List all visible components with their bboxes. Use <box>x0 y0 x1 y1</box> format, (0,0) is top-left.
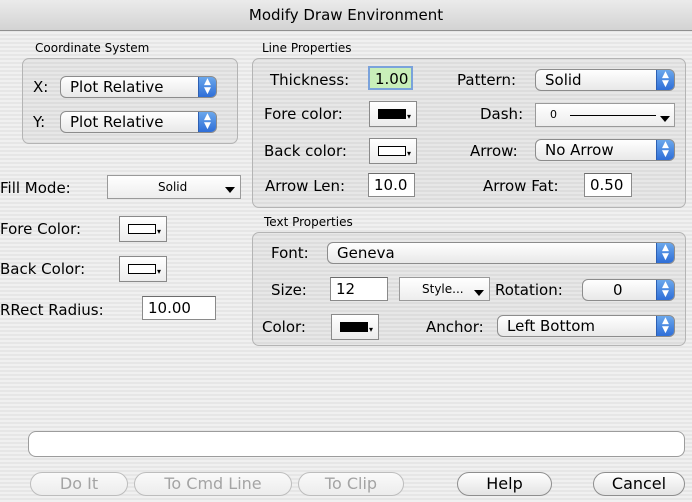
text-properties-label: Text Properties <box>264 215 353 229</box>
dropdown-arrow-icon: ▾ <box>407 112 412 121</box>
text-color-button[interactable]: ▾ <box>331 314 379 340</box>
arrow-len-input[interactable]: 10.0 <box>368 173 415 197</box>
dropdown-arrow-icon: ▾ <box>157 227 162 236</box>
dropdown-arrow-icon: ▾ <box>407 149 412 158</box>
rotation-label: Rotation: <box>495 281 563 299</box>
fill-fore-color-label: Fore Color: <box>0 220 82 238</box>
updown-arrows-icon: ▲ ▼ <box>656 316 674 336</box>
pattern-label: Pattern: <box>457 71 517 89</box>
fill-back-color-label: Back Color: <box>0 260 86 278</box>
y-label: Y: <box>33 113 46 131</box>
x-coordinate-select[interactable]: Plot Relative ▲ ▼ <box>60 76 217 98</box>
font-select[interactable]: Geneva ▲ ▼ <box>327 242 675 264</box>
help-button[interactable]: Help <box>457 472 552 496</box>
y-coordinate-select[interactable]: Plot Relative ▲ ▼ <box>60 111 217 133</box>
line-fore-color-swatch <box>378 109 406 119</box>
updown-arrows-icon: ▲ ▼ <box>198 112 216 132</box>
updown-arrows-icon: ▲ ▼ <box>656 140 674 160</box>
line-fore-color-label: Fore color: <box>264 105 343 123</box>
arrow-fat-label: Arrow Fat: <box>483 177 559 195</box>
updown-arrows-icon: ▲ ▼ <box>656 280 674 300</box>
size-label: Size: <box>271 281 307 299</box>
dropdown-arrow-icon: ▾ <box>157 267 162 276</box>
arrow-label: Arrow: <box>470 142 518 160</box>
to-cmd-line-button[interactable]: To Cmd Line <box>134 472 292 496</box>
font-label: Font: <box>271 244 309 262</box>
arrow-select[interactable]: No Arrow ▲ ▼ <box>535 139 675 161</box>
anchor-value: Left Bottom <box>507 317 596 335</box>
dropdown-arrow-icon <box>474 290 484 296</box>
pattern-value: Solid <box>545 71 582 89</box>
style-button-label: Style... <box>422 282 464 296</box>
line-back-color-button[interactable]: ▾ <box>369 138 417 164</box>
style-button[interactable]: Style... <box>399 277 490 301</box>
font-value: Geneva <box>337 244 395 262</box>
dropdown-arrow-icon: ▾ <box>369 325 374 334</box>
to-clip-button[interactable]: To Clip <box>298 472 404 496</box>
line-properties-label: Line Properties <box>262 41 352 55</box>
fill-fore-color-button[interactable]: ▾ <box>119 216 167 242</box>
fill-mode-label: Fill Mode: <box>0 179 71 197</box>
updown-arrows-icon: ▲ ▼ <box>656 243 674 263</box>
fill-back-color-swatch <box>128 264 156 274</box>
rrect-radius-label: RRect Radius: <box>0 301 104 319</box>
text-color-label: Color: <box>262 318 306 336</box>
rrect-radius-input[interactable]: 10.00 <box>142 296 216 320</box>
anchor-label: Anchor: <box>426 318 484 336</box>
x-coordinate-value: Plot Relative <box>70 78 164 96</box>
rotation-select[interactable]: 0 ▲ ▼ <box>582 279 675 301</box>
updown-arrows-icon: ▲ ▼ <box>198 77 216 97</box>
dash-label: Dash: <box>480 105 524 123</box>
rotation-value: 0 <box>613 281 623 299</box>
pattern-select[interactable]: Solid ▲ ▼ <box>535 69 675 91</box>
anchor-select[interactable]: Left Bottom ▲ ▼ <box>497 315 675 337</box>
dash-select[interactable]: 0 <box>535 103 675 127</box>
arrow-len-label: Arrow Len: <box>265 177 346 195</box>
fill-mode-value: Solid <box>158 180 188 194</box>
arrow-value: No Arrow <box>545 141 614 159</box>
y-coordinate-value: Plot Relative <box>70 113 164 131</box>
thickness-label: Thickness: <box>270 71 350 89</box>
line-back-color-label: Back color: <box>264 142 347 160</box>
line-back-color-swatch <box>378 146 406 156</box>
thickness-input[interactable]: 1.00 <box>368 66 413 90</box>
coordinate-system-label: Coordinate System <box>35 41 150 55</box>
fill-fore-color-swatch <box>128 224 156 234</box>
updown-arrows-icon: ▲ ▼ <box>656 70 674 90</box>
do-it-button[interactable]: Do It <box>30 472 128 496</box>
cancel-button[interactable]: Cancel <box>593 472 685 496</box>
text-color-swatch <box>340 322 368 332</box>
command-line-field[interactable] <box>28 431 685 457</box>
dropdown-arrow-icon <box>225 187 235 193</box>
size-input[interactable]: 12 <box>330 277 388 301</box>
dropdown-arrow-icon <box>660 116 670 122</box>
dash-value: 0 <box>550 108 557 121</box>
fill-mode-select[interactable]: Solid <box>107 175 241 199</box>
fill-back-color-button[interactable]: ▾ <box>119 256 167 282</box>
x-label: X: <box>33 78 49 96</box>
arrow-fat-input[interactable]: 0.50 <box>584 173 632 197</box>
dash-line-preview <box>570 115 656 116</box>
line-fore-color-button[interactable]: ▾ <box>369 101 417 127</box>
window-title: Modify Draw Environment <box>0 0 692 31</box>
